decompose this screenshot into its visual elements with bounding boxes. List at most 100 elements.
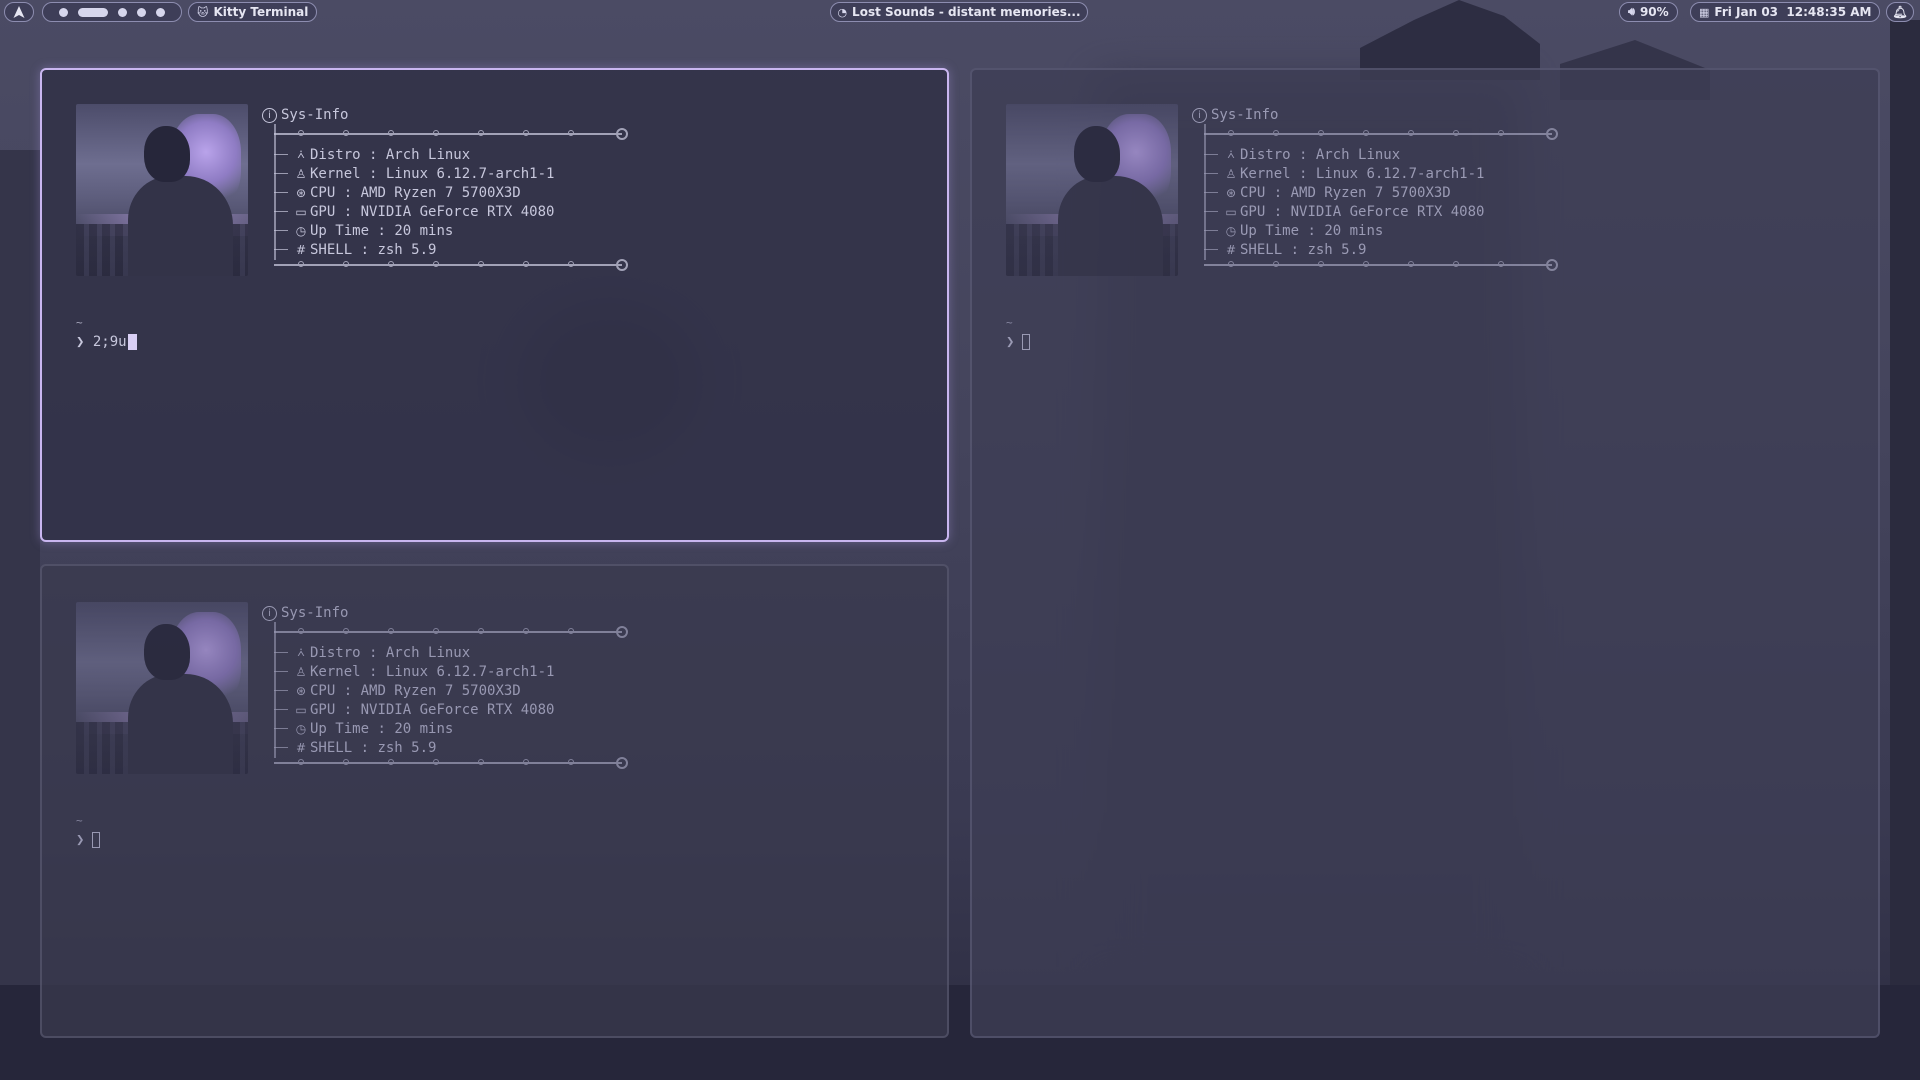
clock-widget[interactable]: ▦ Fri Jan 03 12:48:35 AM: [1690, 2, 1881, 22]
command-input[interactable]: 2;9u: [93, 334, 127, 350]
text-cursor: [1022, 334, 1031, 350]
arch-icon: ⩑: [297, 645, 305, 659]
row-sep: :: [360, 663, 386, 680]
monitor-icon: ▭: [295, 702, 307, 717]
row-label: Kernel: [310, 165, 361, 182]
cwd-indicator: ~: [76, 814, 83, 827]
active-window-title[interactable]: 🐱︎ Kitty Terminal: [188, 2, 318, 22]
volume-control[interactable]: 🔊︎ 90%: [1619, 2, 1678, 22]
launcher-button[interactable]: [4, 2, 34, 22]
arch-logo-icon: [13, 6, 25, 18]
row-sep: :: [335, 203, 361, 220]
sysinfo-rows: ⩑ Distro : Arch Linux ♙ Kernel : Linux 6.1…: [274, 145, 554, 259]
workspace-4[interactable]: [137, 7, 146, 17]
row-sep: :: [360, 146, 386, 163]
row-label: CPU: [310, 682, 336, 699]
clock-icon: ◷: [1225, 223, 1237, 238]
row-value: zsh 5.9: [377, 739, 437, 756]
row-uptime: ◷ Up Time : 20 mins: [1204, 221, 1484, 240]
row-cpu: ⊛ CPU : AMD Ryzen 7 5700X3D: [1204, 183, 1484, 202]
row-kernel: ♙ Kernel : Linux 6.12.7-arch1-1: [1204, 164, 1484, 183]
row-sep: :: [369, 222, 395, 239]
arch-icon: ⩑: [1227, 147, 1235, 161]
arch-icon: ⩑: [297, 147, 305, 161]
row-label: SHELL: [310, 739, 353, 756]
wallpaper-wall: [0, 150, 40, 990]
workspace-2-active[interactable]: [78, 7, 108, 17]
row-sep: :: [352, 739, 378, 756]
command-prompt[interactable]: ❯ 2;9u: [76, 334, 137, 350]
sysinfo-rows: ⩑ Distro : Arch Linux ♙ Kernel : Linux 6.1…: [274, 643, 554, 757]
tux-icon: ♙: [295, 664, 307, 679]
row-value: Arch Linux: [385, 146, 471, 163]
hash-icon: #: [1225, 242, 1237, 257]
cwd-indicator: ~: [76, 316, 83, 329]
row-sep: :: [335, 184, 361, 201]
top-bar: 🐱︎ Kitty Terminal ◔ Lost Sounds - distan…: [0, 0, 1920, 26]
monitor-icon: ▭: [295, 204, 307, 219]
hash-icon: #: [295, 740, 307, 755]
row-value: 20 mins: [1324, 222, 1384, 239]
command-prompt[interactable]: ❯: [76, 832, 101, 848]
row-label: SHELL: [310, 241, 353, 258]
row-value: AMD Ryzen 7 5700X3D: [360, 682, 521, 699]
row-sep: :: [335, 682, 361, 699]
media-player[interactable]: ◔ Lost Sounds - distant memories...: [830, 2, 1088, 22]
clock-icon: ◷: [295, 223, 307, 238]
sysinfo-rows: ⩑ Distro : Arch Linux ♙ Kernel : Linux 6.1…: [1204, 145, 1484, 259]
cpu-icon: ⊛: [295, 683, 307, 698]
row-gpu: ▭ GPU : NVIDIA GeForce RTX 4080: [1204, 202, 1484, 221]
info-icon: i: [262, 107, 277, 123]
row-sep: :: [1265, 184, 1291, 201]
row-label: SHELL: [1240, 241, 1283, 258]
row-value: NVIDIA GeForce RTX 4080: [360, 203, 555, 220]
row-label: Distro: [1240, 146, 1291, 163]
row-label: CPU: [310, 184, 336, 201]
row-value: Linux 6.12.7-arch1-1: [385, 663, 555, 680]
text-cursor: [127, 334, 137, 350]
row-label: GPU: [310, 701, 336, 718]
row-label: Distro: [310, 146, 361, 163]
row-sep: :: [360, 165, 386, 182]
row-distro: ⩑ Distro : Arch Linux: [274, 145, 554, 164]
row-uptime: ◷ Up Time : 20 mins: [274, 719, 554, 738]
row-value: Linux 6.12.7-arch1-1: [385, 165, 555, 182]
notification-button[interactable]: 🔔︎: [1886, 2, 1914, 22]
row-kernel: ♙ Kernel : Linux 6.12.7-arch1-1: [274, 662, 554, 681]
row-value: zsh 5.9: [1307, 241, 1367, 258]
row-gpu: ▭ GPU : NVIDIA GeForce RTX 4080: [274, 700, 554, 719]
row-sep: :: [369, 720, 395, 737]
cwd-indicator: ~: [1006, 316, 1013, 329]
row-value: Arch Linux: [385, 644, 471, 661]
row-value: Linux 6.12.7-arch1-1: [1315, 165, 1485, 182]
workspace-3[interactable]: [118, 7, 127, 17]
ascii-art-image: [1006, 104, 1178, 276]
workspace-5[interactable]: [156, 7, 165, 17]
info-icon: i: [1192, 107, 1207, 123]
row-label: Up Time: [1240, 222, 1300, 239]
terminal-window-2[interactable]: i Sys-Info ⩑ Distro : Arch Linux ♙ Kernel …: [970, 68, 1880, 1038]
hash-icon: #: [295, 242, 307, 257]
row-value: Arch Linux: [1315, 146, 1401, 163]
wallpaper-building: [1890, 20, 1920, 1080]
row-label: GPU: [1240, 203, 1266, 220]
row-distro: ⩑ Distro : Arch Linux: [274, 643, 554, 662]
cat-icon: 🐱︎: [197, 5, 209, 19]
row-sep: :: [360, 644, 386, 661]
media-title: Lost Sounds - distant memories...: [852, 5, 1081, 19]
row-shell: # SHELL : zsh 5.9: [274, 738, 554, 757]
workspace-1[interactable]: [59, 7, 68, 17]
row-sep: :: [1290, 146, 1316, 163]
sysinfo-title: i Sys-Info: [262, 604, 348, 622]
sysinfo-title: i Sys-Info: [262, 106, 348, 124]
row-value: AMD Ryzen 7 5700X3D: [1290, 184, 1451, 201]
top-rail: [274, 128, 628, 140]
bottom-rail: [274, 259, 628, 271]
prompt-symbol: ❯: [1006, 334, 1015, 350]
command-prompt[interactable]: ❯: [1006, 334, 1031, 350]
cpu-icon: ⊛: [295, 185, 307, 200]
terminal-window-1[interactable]: i Sys-Info ⩑ Distro : Arch Linux ♙ Kernel …: [40, 68, 949, 542]
row-cpu: ⊛ CPU : AMD Ryzen 7 5700X3D: [274, 681, 554, 700]
terminal-window-3[interactable]: i Sys-Info ⩑ Distro : Arch Linux ♙ Kernel …: [40, 564, 949, 1038]
row-label: Kernel: [310, 663, 361, 680]
